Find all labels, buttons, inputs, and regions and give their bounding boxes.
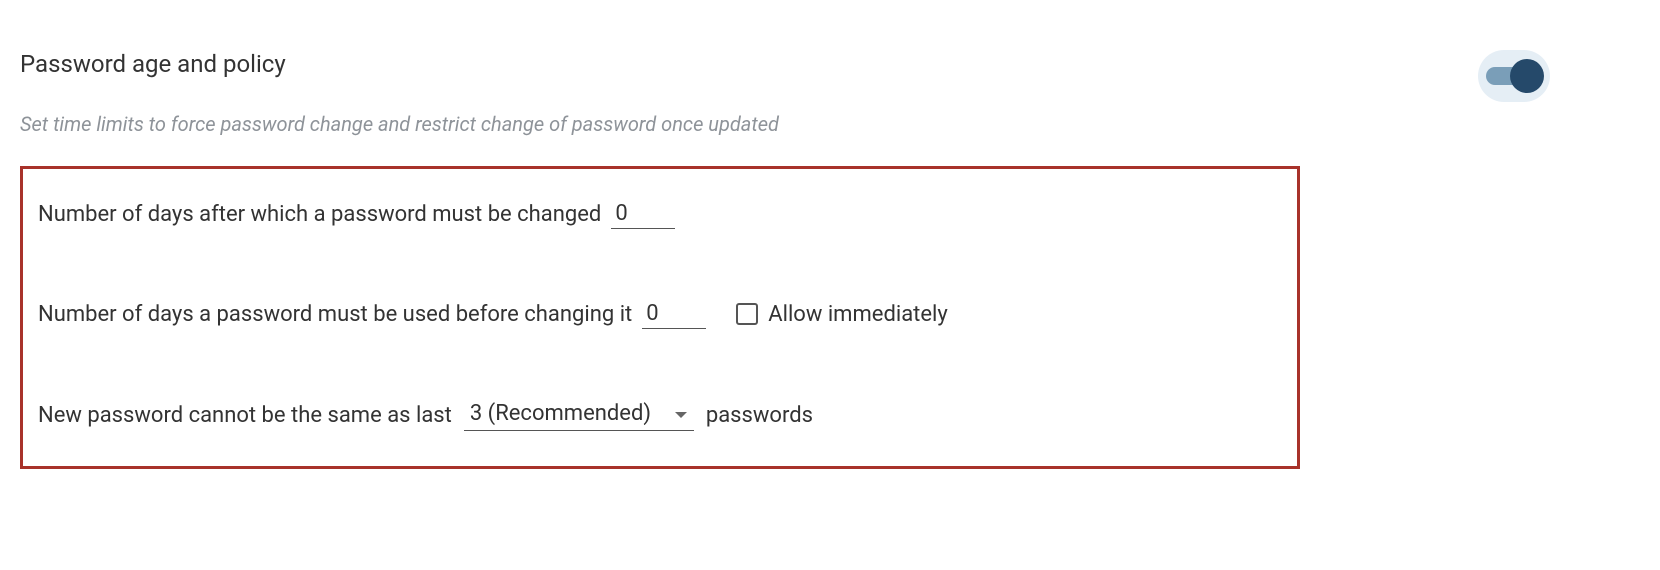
min-password-age-input[interactable] bbox=[642, 299, 706, 329]
chevron-down-icon bbox=[674, 401, 688, 426]
allow-immediately-checkbox[interactable] bbox=[736, 303, 758, 325]
min-password-age-row: Number of days a password must be used b… bbox=[38, 299, 1282, 329]
password-history-label-before: New password cannot be the same as last bbox=[38, 403, 452, 428]
password-policy-toggle[interactable] bbox=[1478, 50, 1550, 102]
password-history-label-after: passwords bbox=[706, 403, 813, 428]
min-password-age-label: Number of days a password must be used b… bbox=[38, 302, 632, 327]
max-password-age-row: Number of days after which a password mu… bbox=[38, 199, 1282, 229]
policy-settings-box: Number of days after which a password mu… bbox=[20, 166, 1300, 469]
password-history-select[interactable]: 3 (Recommended) bbox=[464, 399, 694, 431]
toggle-thumb bbox=[1510, 59, 1544, 93]
section-subtitle: Set time limits to force password change… bbox=[20, 112, 1640, 136]
section-title: Password age and policy bbox=[20, 50, 286, 78]
max-password-age-input[interactable] bbox=[611, 199, 675, 229]
allow-immediately-label: Allow immediately bbox=[768, 302, 948, 327]
password-history-row: New password cannot be the same as last … bbox=[38, 399, 1282, 431]
max-password-age-label: Number of days after which a password mu… bbox=[38, 202, 601, 227]
password-history-select-value: 3 (Recommended) bbox=[470, 401, 651, 426]
